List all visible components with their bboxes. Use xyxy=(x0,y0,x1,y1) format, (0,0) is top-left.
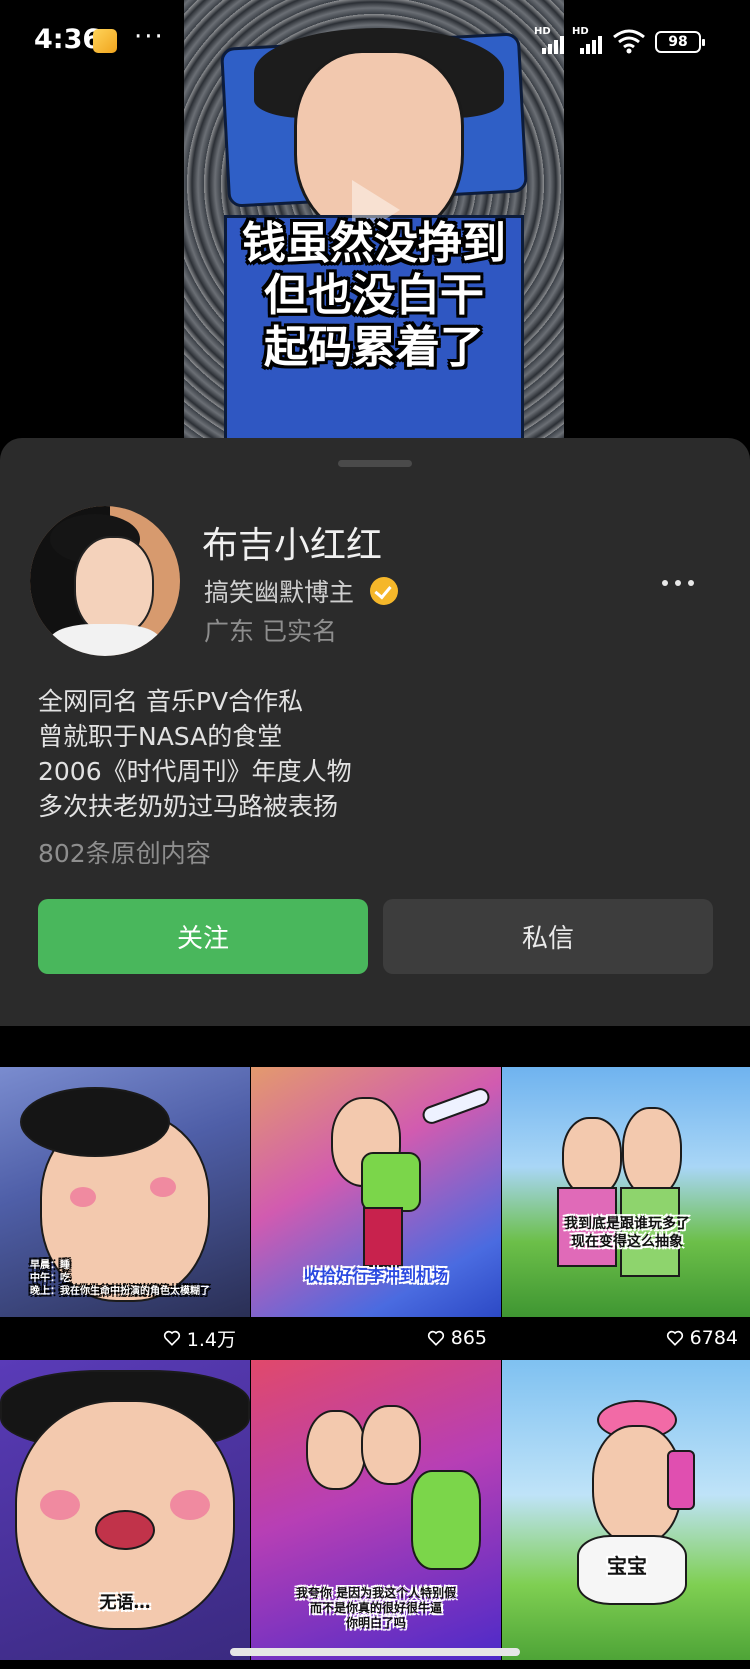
profile-name: 布吉小红红 xyxy=(202,525,383,566)
video-item[interactable]: 我到底是跟谁玩多了 现在变得这么抽象 6784 xyxy=(502,1026,750,1360)
more-options-icon[interactable] xyxy=(662,580,694,586)
video-thumbnail: 无语… xyxy=(0,1360,250,1660)
video-item[interactable]: 收拾好行李冲到机场 865 xyxy=(251,1026,501,1360)
video-thumbnail: 我到底是跟谁玩多了 现在变得这么抽象 xyxy=(502,1067,750,1317)
video-thumbnail: 早晨：睡 中午：吃 晚上：我在你生命中扮演的角色太模糊了 xyxy=(0,1067,250,1317)
message-button[interactable]: 私信 xyxy=(383,899,713,974)
like-count: 1.4万 xyxy=(163,1318,236,1358)
video-thumbnail: 宝宝 xyxy=(502,1360,750,1660)
like-count: 865 xyxy=(427,1318,487,1358)
heart-icon xyxy=(163,1330,180,1346)
video-thumbnail: 收拾好行李冲到机场 xyxy=(251,1067,501,1317)
hero-caption: 钱虽然没挣到 但也没白干 起码累着了 xyxy=(242,218,506,373)
bio-line: 2006《时代周刊》年度人物 xyxy=(38,757,352,786)
like-count: 6784 xyxy=(666,1318,738,1358)
drag-handle[interactable] xyxy=(338,460,412,467)
profile-sheet: 布吉小红红 搞笑幽默博主 广东 已实名 全网同名 音乐PV合作私 曾就职于NAS… xyxy=(0,438,750,1026)
wifi-icon xyxy=(613,29,645,54)
video-item[interactable]: 早晨：睡 中午：吃 晚上：我在你生命中扮演的角色太模糊了 1.4万 xyxy=(0,1026,250,1360)
notification-app-icon xyxy=(93,29,117,53)
status-time: 4:36 xyxy=(34,24,102,55)
avatar[interactable] xyxy=(30,506,180,656)
video-item[interactable]: 无语… xyxy=(0,1360,250,1669)
heart-icon xyxy=(666,1330,683,1346)
follow-button[interactable]: 关注 xyxy=(38,899,368,974)
profile-bio: 全网同名 音乐PV合作私 曾就职于NASA的食堂 2006《时代周刊》年度人物 … xyxy=(38,684,352,824)
video-item[interactable]: 宝宝 xyxy=(502,1360,750,1669)
status-bar: 4:36 ··· HD HD 98 xyxy=(0,0,750,86)
status-more-icon: ··· xyxy=(134,22,165,52)
video-thumbnail: 我夸你 是因为我这个人特别假 而不是你真的很好很牛逼 你明白了吗 xyxy=(251,1360,501,1660)
profile-location: 广东 已实名 xyxy=(204,617,337,646)
original-content-count[interactable]: 802条原创内容 xyxy=(38,834,211,870)
video-item[interactable]: 我夸你 是因为我这个人特别假 而不是你真的很好很牛逼 你明白了吗 xyxy=(251,1360,501,1669)
bio-line: 多次扶老奶奶过马路被表扬 xyxy=(38,792,339,821)
heart-icon xyxy=(427,1330,444,1346)
sim1-signal-icon: HD xyxy=(534,26,568,54)
battery-indicator: 98 xyxy=(655,31,705,53)
verified-badge-icon xyxy=(370,577,398,605)
bio-line: 曾就职于NASA的食堂 xyxy=(38,722,283,751)
video-grid: 早晨：睡 中午：吃 晚上：我在你生命中扮演的角色太模糊了 1.4万 收拾好行李冲… xyxy=(0,1026,750,1669)
bio-line: 全网同名 音乐PV合作私 xyxy=(38,687,304,716)
sim2-signal-icon: HD xyxy=(572,26,606,54)
profile-category: 搞笑幽默博主 xyxy=(204,578,355,607)
home-indicator[interactable] xyxy=(230,1648,520,1656)
